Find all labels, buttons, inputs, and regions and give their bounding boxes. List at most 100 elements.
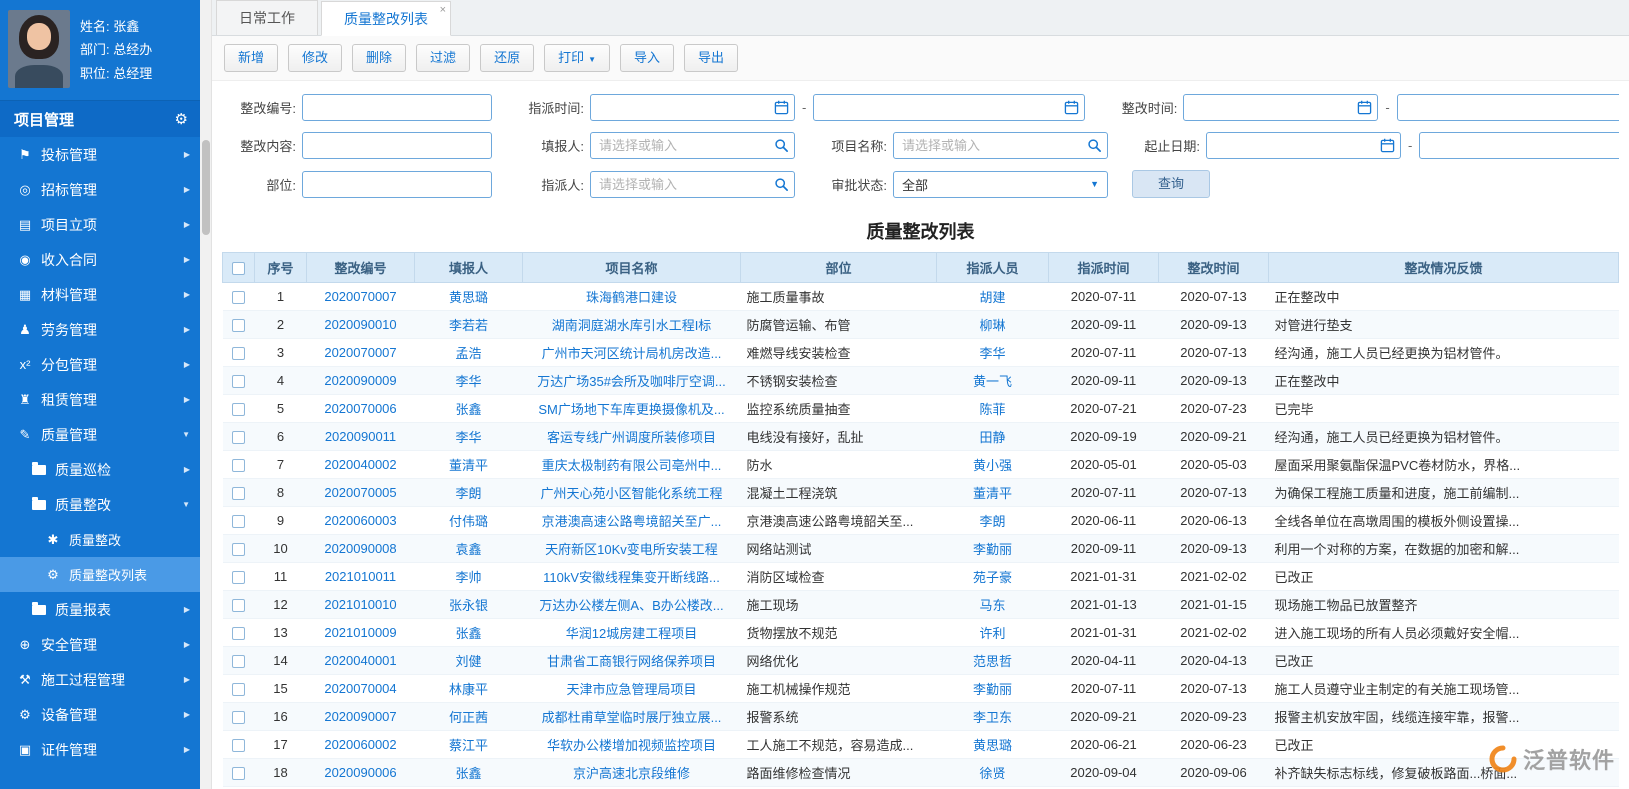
project-link[interactable]: 成都杜甫草堂临时展厅独立展...	[542, 710, 722, 725]
assignee-link[interactable]: 苑子豪	[973, 570, 1012, 585]
row-checkbox[interactable]	[232, 431, 245, 445]
reporter-link[interactable]: 刘健	[455, 654, 481, 669]
rectify-time-to-field[interactable]	[1396, 94, 1619, 121]
code-link[interactable]: 2020090007	[324, 709, 396, 724]
calendar-icon[interactable]	[1380, 138, 1395, 153]
reporter-link[interactable]: 李若若	[449, 318, 488, 333]
row-checkbox[interactable]	[232, 459, 245, 473]
row-checkbox[interactable]	[232, 683, 245, 697]
sidebar-item[interactable]: ✱ 质量整改	[0, 522, 200, 557]
sidebar-item[interactable]: ♟ 劳务管理 ▶	[0, 312, 200, 347]
project-link[interactable]: 华润12城房建工程项目	[566, 626, 697, 641]
assignee-link[interactable]: 黄小强	[973, 458, 1012, 473]
assignee-link[interactable]: 李朗	[979, 514, 1005, 529]
search-icon[interactable]	[774, 177, 789, 192]
reporter-link[interactable]: 李华	[455, 374, 481, 389]
row-checkbox[interactable]	[232, 375, 245, 389]
row-checkbox[interactable]	[232, 319, 245, 333]
calendar-icon[interactable]	[1357, 100, 1372, 115]
delete-button[interactable]: 删除	[352, 44, 407, 72]
assignee-link[interactable]: 徐贤	[979, 766, 1005, 781]
sidebar-item[interactable]: ▦ 材料管理 ▶	[0, 277, 200, 312]
rectify-no-input-field[interactable]	[302, 94, 492, 121]
project-link[interactable]: 甘肃省工商银行网络保养项目	[547, 654, 716, 669]
code-link[interactable]: 2021010009	[324, 625, 396, 640]
project-link[interactable]: 京港澳高速公路粤境韶关至广...	[542, 514, 722, 529]
row-checkbox[interactable]	[232, 655, 245, 669]
project-name-input-field[interactable]	[893, 132, 1108, 159]
row-checkbox[interactable]	[232, 543, 245, 557]
code-link[interactable]: 2020090011	[325, 429, 396, 444]
reporter-input-field[interactable]	[590, 132, 795, 159]
row-checkbox[interactable]	[232, 403, 245, 417]
project-link[interactable]: 珠海鹤港口建设	[586, 290, 677, 305]
reporter-link[interactable]: 黄思璐	[449, 290, 488, 305]
code-link[interactable]: 2020060002	[324, 737, 396, 752]
tab-质量整改列表[interactable]: 质量整改列表 ×	[321, 1, 451, 36]
row-checkbox[interactable]	[232, 739, 245, 753]
code-link[interactable]: 2021010010	[324, 597, 396, 612]
part-input-field[interactable]	[302, 170, 492, 198]
assignee-link[interactable]: 李华	[979, 346, 1005, 361]
row-checkbox[interactable]	[232, 627, 245, 641]
sidebar-item[interactable]: 质量报表 ▶	[0, 592, 200, 627]
sidebar-scrollbar[interactable]	[200, 0, 212, 789]
sidebar-item[interactable]: ⊕ 安全管理 ▶	[0, 627, 200, 662]
assignee-link[interactable]: 黄一飞	[973, 374, 1012, 389]
sidebar-item[interactable]: 质量整改 ▼	[0, 487, 200, 522]
export-button[interactable]: 导出	[684, 44, 739, 72]
reporter-link[interactable]: 李朗	[455, 486, 481, 501]
assignee-link[interactable]: 马东	[979, 598, 1005, 613]
sidebar-item[interactable]: 质量巡检 ▶	[0, 452, 200, 487]
project-link[interactable]: 重庆太极制药有限公司亳州中...	[542, 458, 722, 473]
project-link[interactable]: SM广场地下车库更换摄像机及...	[538, 402, 724, 417]
reporter-link[interactable]: 袁鑫	[455, 542, 481, 557]
project-link[interactable]: 广州市天河区统计局机房改造...	[542, 346, 722, 361]
rectify-time-from-field[interactable]	[1183, 94, 1379, 121]
project-link[interactable]: 110kV安徽线程集变开断线路...	[543, 570, 720, 585]
code-link[interactable]: 2020070004	[324, 681, 396, 696]
code-link[interactable]: 2020090010	[324, 317, 396, 332]
start-date-to-field[interactable]	[1419, 132, 1619, 159]
assignee-link[interactable]: 陈菲	[979, 402, 1005, 417]
start-date-from-field[interactable]	[1206, 132, 1401, 159]
project-link[interactable]: 华软办公楼增加视频监控项目	[547, 738, 716, 753]
search-icon[interactable]	[774, 138, 789, 153]
assignee-link[interactable]: 李勤丽	[973, 682, 1012, 697]
query-button[interactable]: 查询	[1132, 170, 1210, 198]
row-checkbox[interactable]	[232, 291, 245, 305]
row-checkbox[interactable]	[232, 515, 245, 529]
sidebar-item[interactable]: ▤ 项目立项 ▶	[0, 207, 200, 242]
assignee-link[interactable]: 柳琳	[979, 318, 1005, 333]
reporter-link[interactable]: 张鑫	[455, 766, 481, 781]
project-link[interactable]: 客运专线广州调度所装修项目	[547, 430, 716, 445]
search-icon[interactable]	[1087, 138, 1102, 153]
reporter-link[interactable]: 张鑫	[455, 626, 481, 641]
assignee-link[interactable]: 李勤丽	[973, 542, 1012, 557]
project-link[interactable]: 天府新区10Kv变电所安装工程	[545, 542, 718, 557]
assignee-link[interactable]: 胡建	[979, 290, 1005, 305]
filter-button[interactable]: 过滤	[416, 44, 471, 72]
reporter-link[interactable]: 何正茜	[449, 710, 488, 725]
sidebar-item[interactable]: ⚒ 施工过程管理 ▶	[0, 662, 200, 697]
sidebar-item[interactable]: ⚙ 质量整改列表	[0, 557, 200, 592]
row-checkbox[interactable]	[232, 571, 245, 585]
code-link[interactable]: 2020090008	[324, 541, 396, 556]
approval-status-select[interactable]: 全部 ▼	[893, 170, 1108, 198]
close-icon[interactable]: ×	[440, 5, 446, 16]
calendar-icon[interactable]	[774, 100, 789, 115]
project-link[interactable]: 广州天心苑小区智能化系统工程	[540, 486, 722, 501]
reporter-link[interactable]: 李帅	[455, 570, 481, 585]
project-link[interactable]: 万达广场35#会所及咖啡厅空调...	[537, 374, 726, 389]
sidebar-item[interactable]: ▣ 证件管理 ▶	[0, 732, 200, 767]
add-button[interactable]: 新增	[224, 44, 279, 72]
code-link[interactable]: 2020090009	[324, 373, 396, 388]
row-checkbox[interactable]	[232, 599, 245, 613]
code-link[interactable]: 2020040001	[324, 653, 396, 668]
row-checkbox[interactable]	[232, 487, 245, 501]
assignee-link[interactable]: 许利	[979, 626, 1005, 641]
reporter-link[interactable]: 孟浩	[455, 346, 481, 361]
scrollbar-thumb[interactable]	[202, 140, 210, 235]
reporter-link[interactable]: 张鑫	[455, 402, 481, 417]
sidebar-item[interactable]: ◉ 收入合同 ▶	[0, 242, 200, 277]
